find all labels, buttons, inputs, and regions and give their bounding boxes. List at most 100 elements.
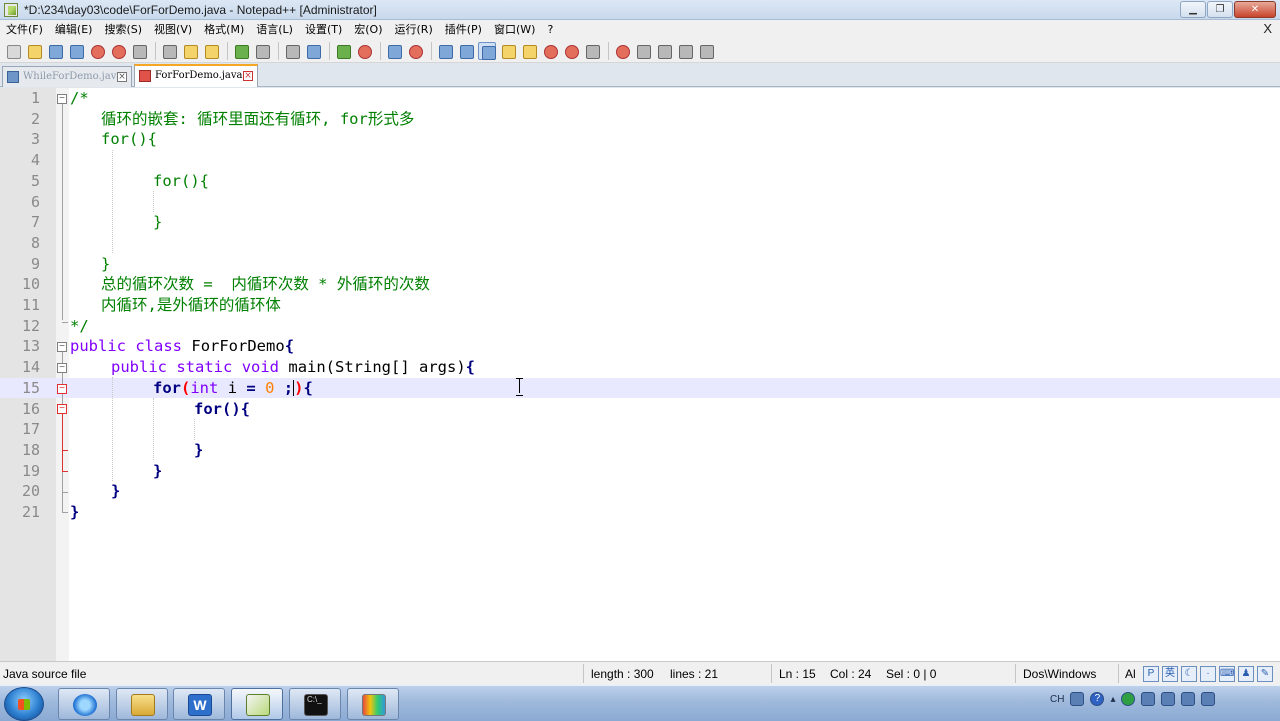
fold-toggle-icon[interactable]: − — [57, 404, 67, 414]
line-number: 14 — [21, 358, 40, 377]
menu-run[interactable]: 运行(R) — [389, 20, 439, 39]
ime-keyboard-icon[interactable]: ⌨ — [1219, 665, 1235, 682]
fold-toggle-icon[interactable]: − — [57, 384, 67, 394]
replace-icon[interactable] — [304, 42, 322, 60]
ime-user-icon[interactable]: ♟ — [1238, 665, 1254, 682]
brace: { — [303, 378, 313, 397]
function-list-icon[interactable] — [541, 42, 559, 60]
tray-help-icon[interactable]: ? — [1090, 692, 1105, 706]
tab-close-icon[interactable]: × — [243, 71, 253, 81]
close-button[interactable]: ✕ — [1234, 1, 1276, 18]
taskbar-word[interactable]: W — [173, 688, 225, 720]
menu-edit[interactable]: 编辑(E) — [49, 20, 99, 39]
tab-forfordemo[interactable]: ForForDemo.java × — [134, 64, 258, 87]
tray-cloud-icon[interactable] — [1141, 692, 1156, 706]
tray-language[interactable]: CH — [1050, 694, 1064, 705]
menu-help[interactable]: ? — [541, 20, 559, 39]
code-line-5: for(){ — [153, 171, 209, 190]
status-eol[interactable]: Dos\Windows — [1023, 667, 1096, 681]
minimize-button[interactable]: ▁ — [1180, 1, 1206, 18]
ie-icon — [73, 694, 97, 716]
tray-security-icon[interactable] — [1121, 692, 1136, 706]
start-button[interactable] — [4, 687, 44, 721]
line-number: 15 — [21, 378, 40, 397]
word-icon: W — [188, 694, 212, 716]
redo-icon[interactable] — [253, 42, 271, 60]
menu-language[interactable]: 语言(L) — [250, 20, 299, 39]
keyword: for — [194, 399, 222, 418]
save-all-icon[interactable] — [67, 42, 85, 60]
taskbar-cmd[interactable]: C:\_ — [289, 688, 341, 720]
save-macro-icon[interactable] — [697, 42, 715, 60]
record-macro-icon[interactable] — [613, 42, 631, 60]
menu-macro[interactable]: 宏(O) — [348, 20, 388, 39]
ime-settings-icon[interactable]: ✎ — [1257, 665, 1273, 682]
udl-icon[interactable] — [499, 42, 517, 60]
copy-icon[interactable] — [181, 42, 199, 60]
open-file-icon[interactable] — [25, 42, 43, 60]
ime-punct-icon[interactable]: · — [1200, 665, 1216, 682]
code-line-18: } — [194, 440, 204, 459]
tray-flag-icon[interactable] — [1161, 692, 1176, 706]
new-file-icon[interactable] — [4, 42, 22, 60]
fold-line — [62, 104, 63, 320]
toolbar-separator — [278, 41, 279, 60]
menu-search[interactable]: 搜索(S) — [98, 20, 148, 39]
indent-guide — [153, 191, 154, 212]
save-icon[interactable] — [46, 42, 64, 60]
show-all-chars-icon[interactable] — [457, 42, 475, 60]
ime-mode-icon[interactable]: P — [1143, 665, 1159, 682]
operator: = — [246, 378, 256, 397]
menu-settings[interactable]: 设置(T) — [299, 20, 348, 39]
tab-whilefordemo[interactable]: WhileForDemo.java × — [2, 66, 132, 87]
undo-icon[interactable] — [232, 42, 250, 60]
code-line-14: public static void main(String[] args){ — [111, 357, 475, 378]
indent-guide-icon[interactable] — [478, 41, 496, 60]
code-editor[interactable]: 1 2 3 4 5 6 7 8 9 10 11 12 13 14 15 16 1… — [0, 88, 1280, 661]
taskbar-explorer[interactable] — [116, 688, 168, 720]
doc-map-icon[interactable] — [520, 42, 538, 60]
run-macro-multiple-icon[interactable] — [676, 42, 694, 60]
taskbar-notepadpp[interactable] — [231, 688, 283, 720]
tray-expand-icon[interactable]: ▴ — [1110, 694, 1115, 705]
notepadpp-icon[interactable] — [4, 3, 18, 17]
fold-toggle-icon[interactable]: − — [57, 94, 67, 104]
code-line-9: } — [101, 254, 111, 273]
menu-plugins[interactable]: 插件(P) — [439, 20, 488, 39]
cut-icon[interactable] — [160, 42, 178, 60]
close-all-icon[interactable] — [109, 42, 127, 60]
restore-button[interactable]: ❐ — [1207, 1, 1233, 18]
close-document-button[interactable]: X — [1263, 21, 1272, 36]
find-icon[interactable] — [283, 42, 301, 60]
word-wrap-icon[interactable] — [436, 42, 454, 60]
tab-label: ForForDemo.java — [155, 70, 243, 81]
paste-icon[interactable] — [202, 42, 220, 60]
menu-window[interactable]: 窗口(W) — [488, 20, 541, 39]
taskbar-paint[interactable] — [347, 688, 399, 720]
sync-horizontal-icon[interactable] — [406, 42, 424, 60]
zoom-in-icon[interactable] — [334, 42, 352, 60]
menu-format[interactable]: 格式(M) — [198, 20, 250, 39]
monitoring-icon[interactable] — [583, 42, 601, 60]
menu-file[interactable]: 文件(F) — [0, 20, 49, 39]
status-encoding[interactable]: Al — [1125, 667, 1136, 681]
tray-volume-icon[interactable] — [1201, 692, 1216, 706]
tab-close-icon[interactable]: × — [117, 72, 127, 82]
menu-view[interactable]: 视图(V) — [148, 20, 198, 39]
tray-network-icon[interactable] — [1181, 692, 1196, 706]
stop-macro-icon[interactable] — [634, 42, 652, 60]
ime-language-icon[interactable]: 英 — [1162, 665, 1178, 682]
tray-ime-icon[interactable] — [1070, 692, 1085, 706]
print-icon[interactable] — [130, 42, 148, 60]
close-file-icon[interactable] — [88, 42, 106, 60]
ime-moon-icon[interactable]: ☾ — [1181, 665, 1197, 682]
fold-toggle-icon[interactable]: − — [57, 363, 67, 373]
sync-vertical-icon[interactable] — [385, 42, 403, 60]
fold-toggle-icon[interactable]: − — [57, 342, 67, 352]
folder-workspace-icon[interactable] — [562, 42, 580, 60]
taskbar-ie[interactable] — [58, 688, 110, 720]
status-separator — [771, 664, 772, 683]
play-macro-icon[interactable] — [655, 42, 673, 60]
file-modified-icon — [139, 70, 151, 82]
zoom-out-icon[interactable] — [355, 42, 373, 60]
